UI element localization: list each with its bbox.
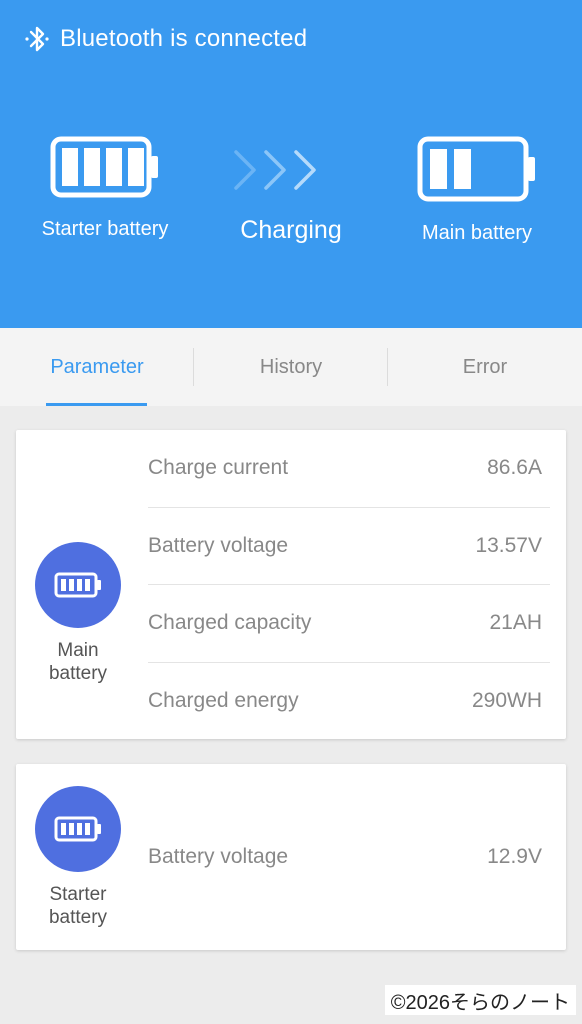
param-value: 12.9V [487, 844, 542, 868]
param-row: Battery voltage 13.57V [148, 508, 550, 585]
battery-half-icon [417, 136, 535, 202]
battery-level-segment [430, 149, 447, 189]
param-label: Battery voltage [148, 533, 289, 557]
starter-battery-badge: Starter battery [16, 786, 140, 929]
bluetooth-status-text: Bluetooth is connected [60, 25, 308, 52]
tab-parameter[interactable]: Parameter [0, 328, 194, 406]
tab-bar: Parameter History Error [0, 328, 582, 406]
charging-arrows-icon [234, 150, 316, 190]
param-label: Charge current [148, 456, 289, 480]
battery-full-icon [50, 136, 158, 198]
main-battery-badge: Main battery [16, 542, 140, 685]
main-battery-label: Main battery [421, 222, 533, 244]
param-value: 13.57V [475, 533, 542, 557]
param-row: Charged capacity 21AH [148, 585, 550, 663]
battery-icon [54, 572, 101, 598]
tab-divider [193, 348, 194, 386]
main-battery-card: Main battery Charge current 86.6A Batter… [16, 430, 566, 739]
bluetooth-icon [25, 26, 49, 52]
battery-level-segment [62, 148, 78, 186]
starter-battery-indicator: Starter battery [30, 136, 180, 242]
battery-circle-icon [35, 542, 121, 628]
tab-history[interactable]: History [194, 328, 388, 406]
starter-battery-card: Starter battery Battery voltage 12.9V [16, 764, 566, 950]
param-value: 86.6A [487, 456, 542, 480]
status-header: Bluetooth is connected Starter battery C… [0, 0, 582, 328]
starter-battery-label: Starter battery [41, 218, 169, 240]
battery-level-segment [84, 148, 100, 186]
starter-battery-params: Battery voltage 12.9V [148, 818, 550, 896]
param-row: Battery voltage 12.9V [148, 818, 550, 896]
copyright-watermark: ©2026そらのノート [384, 985, 576, 1015]
param-value: 290WH [471, 689, 542, 713]
tab-divider [387, 348, 388, 386]
param-value: 21AH [489, 611, 542, 635]
main-battery-card-title: Main battery [48, 640, 108, 684]
starter-battery-card-title: Starter battery [48, 884, 108, 928]
param-label: Battery voltage [148, 844, 289, 868]
battery-level-segment [106, 148, 122, 186]
battery-level-segment [454, 149, 471, 189]
tab-error[interactable]: Error [388, 328, 582, 406]
battery-level-segment [128, 148, 144, 186]
main-battery-indicator: Main battery [402, 136, 552, 246]
param-label: Charged energy [148, 689, 299, 713]
param-row: Charge current 86.6A [148, 430, 550, 508]
bluetooth-status: Bluetooth is connected [24, 22, 307, 56]
param-row: Charged energy 290WH [148, 663, 550, 741]
param-label: Charged capacity [148, 611, 312, 635]
battery-icon [54, 816, 101, 842]
charging-state-label: Charging [240, 216, 342, 244]
main-battery-params: Charge current 86.6A Battery voltage 13.… [148, 430, 550, 740]
battery-circle-icon [35, 786, 121, 872]
